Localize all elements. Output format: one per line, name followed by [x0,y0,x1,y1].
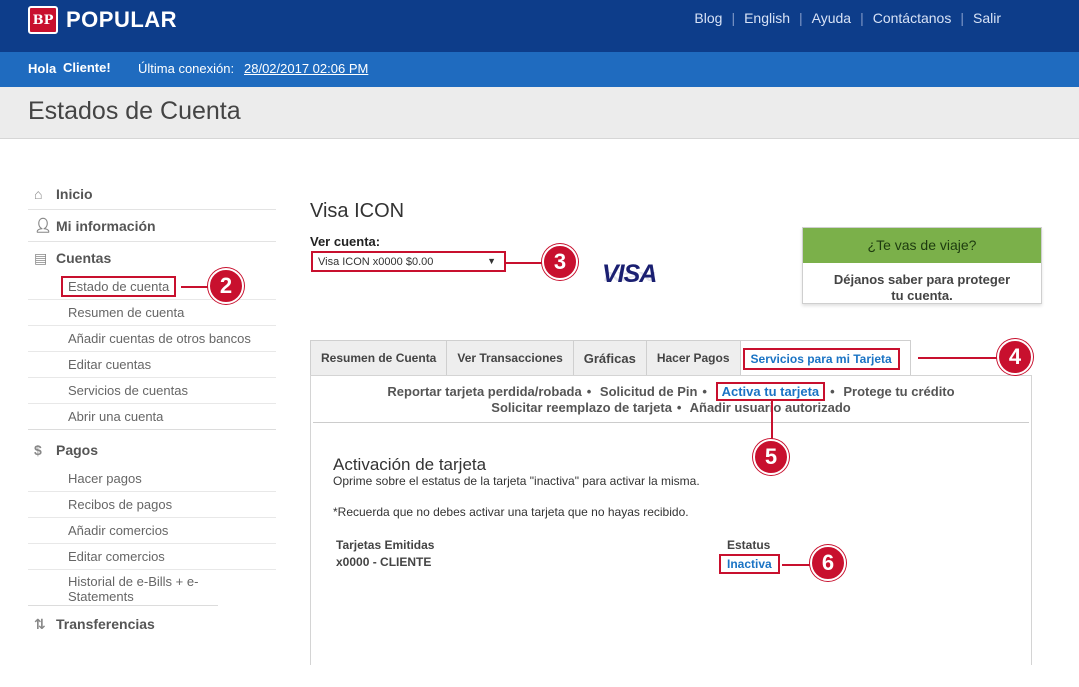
transfer-icon: ⇅ [34,615,46,632]
link-solicitar-reemplazo[interactable]: Solicitar reemplazo de tarjeta [491,400,672,415]
travel-notice-head: ¿Te vas de viaje? [803,228,1041,263]
activation-title: Activación de tarjeta [333,455,487,474]
tab-ver-transacciones[interactable]: Ver Transacciones [446,340,573,376]
nav-salir[interactable]: Salir [973,10,1001,26]
callout-5: 5 [753,439,789,475]
home-icon: ⌂ [34,185,43,202]
callout-3: 3 [542,244,578,280]
top-nav: Blog | English | Ayuda | Contáctanos | Salir [694,10,1001,26]
panel-divider [313,422,1029,423]
brand-name: POPULAR [66,7,178,32]
sidebar-sub-abrir-cuenta[interactable]: Abrir una cuenta [28,404,276,430]
sidebar: ⌂ Inicio 👤︎ Mi información ▤ Cuentas Est… [28,178,276,640]
tab-hacer-pagos[interactable]: Hacer Pagos [645,340,740,376]
sidebar-item-label: Cuentas [56,250,112,266]
link-solicitud-pin[interactable]: Solicitud de Pin [600,384,698,399]
title-band: Estados de Cuenta [0,87,1079,139]
nav-contactanos[interactable]: Contáctanos [873,10,952,26]
sidebar-sub-servicios-de-cuentas[interactable]: Servicios de cuentas [28,378,276,404]
sidebar-item-label: Inicio [56,185,93,202]
nav-english[interactable]: English [744,10,790,26]
sidebar-item-cuentas[interactable]: ▤ Cuentas [28,242,276,274]
sidebar-sub-anadir-comercios[interactable]: Añadir comercios [28,518,276,544]
tab-servicios-tarjeta[interactable]: Servicios para mi Tarjeta [739,340,911,376]
account-select[interactable]: Visa ICON x0000 $0.00 ▼ [311,251,506,272]
col-tarjetas-emitidas: Tarjetas Emitidas [336,538,435,552]
top-header: BP POPULAR Blog | English | Ayuda | Contáct… [0,0,1079,52]
sidebar-item-label: Transferencias [56,616,155,632]
sidebar-item-inicio[interactable]: ⌂ Inicio [28,178,276,210]
activation-description: Oprime sobre el estatus de la tarjeta "i… [333,474,700,488]
greeting-user: Cliente! [63,60,111,75]
callout-2-line [181,286,211,288]
account-select-value: Visa ICON x0000 $0.00 [318,256,434,268]
dropdown-arrow-icon: ▼ [487,256,496,266]
last-login-label: Última conexión: [138,61,235,76]
nav-ayuda[interactable]: Ayuda [812,10,851,26]
sidebar-item-pagos[interactable]: $ Pagos [28,434,276,466]
greeting-hola: Hola [28,61,57,76]
sidebar-item-mi-informacion[interactable]: 👤︎ Mi información [28,210,276,242]
sidebar-item-label: Mi información [56,217,156,234]
popular-logo-icon: BP [28,6,58,34]
user-icon: 👤︎ [34,217,52,233]
account-title: Visa ICON [310,200,405,222]
sidebar-sub-historial-ebills[interactable]: Historial de e-Bills + e-Statements [28,570,218,606]
sidebar-item-label: Pagos [56,442,99,458]
card-services-links: Reportar tarjeta perdida/robada • Solicit… [387,382,955,415]
callout-5-line [771,400,773,440]
tab-graficas[interactable]: Gráficas [572,340,646,376]
link-reportar-tarjeta[interactable]: Reportar tarjeta perdida/robada [387,384,581,399]
travel-notice-body: Déjanos saber para proteger tu cuenta. [833,272,1011,303]
tab-resumen-de-cuenta[interactable]: Resumen de Cuenta [310,340,447,376]
col-estatus: Estatus [727,538,771,552]
sidebar-item-transferencias[interactable]: ⇅ Transferencias [28,608,276,640]
popular-logo[interactable]: BP POPULAR [28,6,177,34]
callout-2: 2 [208,268,244,304]
status-inactiva-link[interactable]: Inactiva [719,554,780,574]
sidebar-sub-hacer-pagos[interactable]: Hacer pagos [28,466,276,492]
page-title: Estados de Cuenta [28,97,241,125]
link-protege-credito[interactable]: Protege tu crédito [843,384,954,399]
card-number: x0000 - CLIENTE [336,555,432,569]
dollar-icon: $ [34,442,42,458]
tab-panel: Reportar tarjeta perdida/robada • Solicit… [310,375,1032,665]
link-activa-tarjeta[interactable]: Activa tu tarjeta [715,382,826,401]
callout-4: 4 [997,339,1033,375]
callout-6-line [782,564,812,566]
sidebar-sub-anadir-cuentas[interactable]: Añadir cuentas de otros bancos [28,326,276,352]
ver-cuenta-label: Ver cuenta: [310,234,381,249]
greeting-bar: Hola Cliente! Última conexión: 28/02/201… [0,52,1079,87]
nav-blog[interactable]: Blog [694,10,722,26]
last-login-link[interactable]: 28/02/2017 02:06 PM [244,61,368,76]
callout-3-line [506,262,546,264]
account-tabs: Resumen de Cuenta Ver Transacciones Gráf… [310,340,911,376]
sidebar-sub-recibos-de-pagos[interactable]: Recibos de pagos [28,492,276,518]
visa-logo-reflection: VISA [602,269,657,283]
callout-4-line [918,357,1000,359]
accounts-icon: ▤ [34,249,48,266]
activation-note: *Recuerda que no debes activar una tarje… [333,505,689,519]
travel-notice-card[interactable]: ¿Te vas de viaje? Déjanos saber para pro… [802,227,1042,304]
sidebar-sub-resumen-de-cuenta[interactable]: Resumen de cuenta [28,300,276,326]
sidebar-sub-editar-cuentas[interactable]: Editar cuentas [28,352,276,378]
callout-6: 6 [810,545,846,581]
sidebar-sub-editar-comercios[interactable]: Editar comercios [28,544,276,570]
